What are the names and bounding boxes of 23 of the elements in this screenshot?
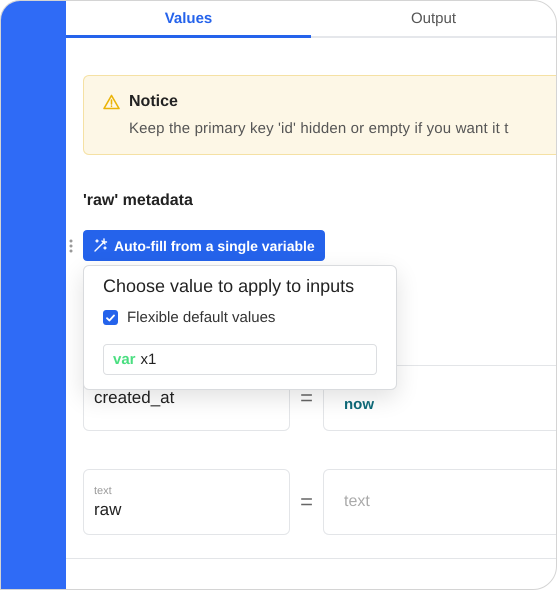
tab[interactable]: Values: [66, 1, 311, 38]
notice-title: Notice: [129, 93, 178, 111]
checkbox[interactable]: [103, 310, 118, 325]
checkmark-icon: [106, 314, 115, 322]
field-name: created_at: [94, 388, 176, 408]
notice-message: Keep the primary key 'id' hidden or empty if you want it t: [129, 120, 510, 137]
field-name: raw: [94, 500, 122, 520]
equals-sign: =: [299, 489, 314, 515]
popover-title: Choose value to apply to inputs: [103, 276, 356, 297]
drag-handle-icon[interactable]: [69, 239, 73, 253]
warning-icon: [103, 94, 120, 110]
tab[interactable]: Output: [311, 1, 556, 38]
autofill-button[interactable]: Auto-fill from a single variable: [83, 230, 325, 261]
name-field[interactable]: text raw: [83, 469, 290, 535]
checkbox-label: Flexible default values: [127, 309, 276, 326]
variable-input[interactable]: var x1: [103, 344, 377, 375]
section-title: 'raw' metadata: [83, 192, 194, 210]
value-field[interactable]: now: [323, 365, 556, 431]
placeholder: text: [344, 493, 371, 511]
field-value: now: [344, 396, 375, 412]
magic-wand-icon: [93, 238, 108, 253]
type-label: text: [94, 484, 113, 496]
equals-sign: =: [299, 385, 314, 411]
